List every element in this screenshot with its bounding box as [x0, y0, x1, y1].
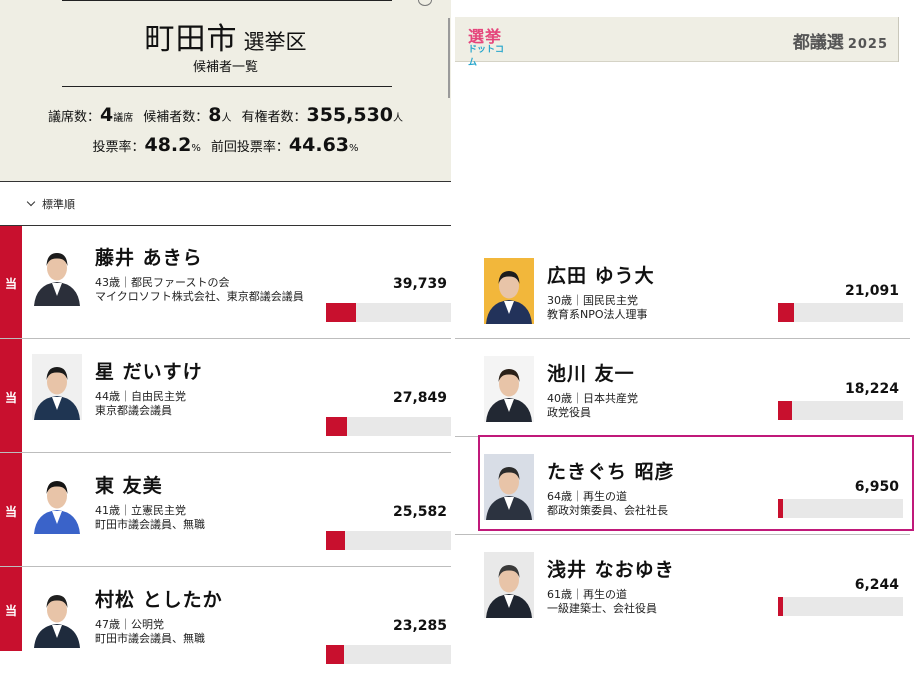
vote-count: 6,244	[854, 577, 899, 593]
vote-bar-fill	[778, 303, 794, 322]
vote-bar-fill	[326, 645, 344, 664]
election-title: 都議選 2025	[792, 33, 888, 53]
candidates-value: 8	[208, 104, 222, 126]
vote-bar	[326, 645, 451, 664]
elected-badge: 当	[0, 568, 22, 651]
candidate-photo	[32, 468, 82, 534]
vote-bar	[326, 303, 451, 322]
chevron-down-icon	[26, 197, 36, 207]
turnout-value: 48.2	[144, 134, 192, 156]
vote-bar	[326, 531, 451, 550]
selected-card-outline	[478, 435, 914, 531]
candidate-card[interactable]: 広田 ゆう大 30歳｜国民民主党 教育系NPO法人理事 21,091	[455, 246, 906, 342]
vote-bar-fill	[326, 417, 347, 436]
candidate-age-party: 44歳｜自由民主党	[95, 390, 186, 403]
candidate-photo	[32, 582, 82, 648]
divider	[898, 17, 899, 62]
card-divider	[455, 338, 910, 339]
vote-count: 39,739	[392, 276, 447, 292]
elected-badge-label: 当	[4, 505, 17, 519]
candidate-age-party: 47歳｜公明党	[95, 618, 164, 631]
vote-count: 23,285	[392, 618, 447, 634]
elected-badge-label: 当	[4, 277, 17, 291]
elected-badge: 当	[0, 454, 22, 568]
card-divider	[0, 566, 451, 567]
candidate-name[interactable]: 藤井 あきら	[95, 243, 203, 270]
candidate-photo	[484, 552, 534, 618]
sort-dropdown[interactable]: 標準順	[26, 196, 75, 212]
header-rule-top	[62, 0, 392, 1]
card-divider	[455, 534, 910, 535]
header-rule-bottom	[62, 86, 392, 87]
district-stats-row2: 投票率：48.2% 前回投票率：44.63%	[92, 134, 359, 156]
elected-badge: 当	[0, 226, 22, 340]
site-logo[interactable]: 選挙 ドットコム	[468, 23, 508, 68]
candidate-age-party: 61歳｜再生の道	[547, 588, 627, 601]
candidate-occupation: マイクロソフト株式会社、東京都議会議員	[95, 290, 304, 303]
vote-count: 21,091	[844, 283, 899, 299]
seats-value: 4	[99, 104, 114, 126]
candidate-card[interactable]: 池川 友一 40歳｜日本共産党 政党役員 18,224	[455, 344, 906, 440]
candidate-name[interactable]: 村松 としたか	[95, 585, 223, 612]
candidate-card[interactable]: 浅井 なおゆき 61歳｜再生の道 一級建築士、会社役員 6,244	[455, 540, 906, 636]
vote-bar	[326, 417, 451, 436]
elected-badge-label: 当	[4, 603, 17, 618]
vote-bar-fill	[778, 597, 783, 616]
candidate-occupation: 教育系NPO法人理事	[547, 308, 648, 321]
candidate-name[interactable]: 星 だいすけ	[95, 357, 203, 384]
vote-bar	[778, 401, 903, 420]
vote-bar-fill	[778, 401, 792, 420]
prev-turnout-value: 44.63	[288, 134, 350, 156]
district-title: 町田市 選挙区	[0, 14, 451, 58]
candidate-card[interactable]: 当 村松 としたか 47歳｜公明党 町田市議会議員、無職 23,285	[0, 568, 451, 682]
scrollbar-thumb[interactable]	[448, 18, 450, 98]
vote-count: 27,849	[392, 390, 447, 406]
district-header: 町田市 選挙区 候補者一覧 議席数：4議席 候補者数：8人 有権者数：355,530人…	[0, 0, 451, 181]
candidate-occupation: 一級建築士、会社役員	[547, 602, 657, 615]
candidate-age-party: 43歳｜都民ファーストの会	[95, 276, 230, 289]
sort-label: 標準順	[42, 198, 75, 211]
ward-suffix: 選挙区	[243, 30, 307, 54]
vote-count: 25,582	[392, 504, 447, 520]
candidate-occupation: 政党役員	[547, 406, 591, 419]
elected-badge-label: 当	[4, 391, 17, 405]
vote-bar-fill	[326, 531, 345, 550]
candidate-photo	[484, 258, 534, 324]
candidate-card[interactable]: 当 東 友美 41歳｜立憲民主党 町田市議会議員、無職 25,582	[0, 454, 451, 568]
candidate-name[interactable]: 池川 友一	[547, 359, 635, 386]
candidate-name[interactable]: 東 友美	[95, 471, 163, 498]
candidate-list-subtitle: 候補者一覧	[192, 60, 258, 75]
voters-value: 355,530	[306, 104, 394, 126]
card-divider	[0, 452, 451, 453]
vote-bar-fill	[326, 303, 356, 322]
candidate-photo	[32, 354, 82, 420]
vote-bar	[778, 597, 903, 616]
vote-count: 18,224	[844, 381, 899, 397]
candidate-age-party: 41歳｜立憲民主党	[95, 504, 186, 517]
candidate-name[interactable]: 広田 ゆう大	[547, 261, 655, 288]
candidate-age-party: 40歳｜日本共産党	[547, 392, 638, 405]
candidate-age-party: 30歳｜国民民主党	[547, 294, 638, 307]
vote-bar	[778, 303, 903, 322]
candidate-occupation: 町田市議会議員、無職	[95, 632, 205, 645]
site-banner: 選挙 ドットコム 都議選 2025	[455, 17, 898, 68]
candidate-photo	[484, 356, 534, 422]
candidate-card[interactable]: 当 藤井 あきら 43歳｜都民ファーストの会 マイクロソフト株式会社、東京都議会議員 3…	[0, 226, 451, 340]
candidate-card[interactable]: 当 星 だいすけ 44歳｜自由民主党 東京都議会議員 27,849	[0, 340, 451, 454]
city-name: 町田市	[144, 22, 238, 57]
election-year: 2025	[847, 37, 888, 52]
candidate-occupation: 町田市議会議員、無職	[95, 518, 205, 531]
divider	[0, 181, 451, 182]
candidate-name[interactable]: 浅井 なおゆき	[547, 555, 675, 582]
district-stats-row1: 議席数：4議席 候補者数：8人 有権者数：355,530人	[47, 104, 404, 126]
elected-badge: 当	[0, 340, 22, 454]
card-divider	[0, 338, 451, 339]
candidate-occupation: 東京都議会議員	[95, 404, 172, 417]
candidate-photo	[32, 240, 82, 306]
